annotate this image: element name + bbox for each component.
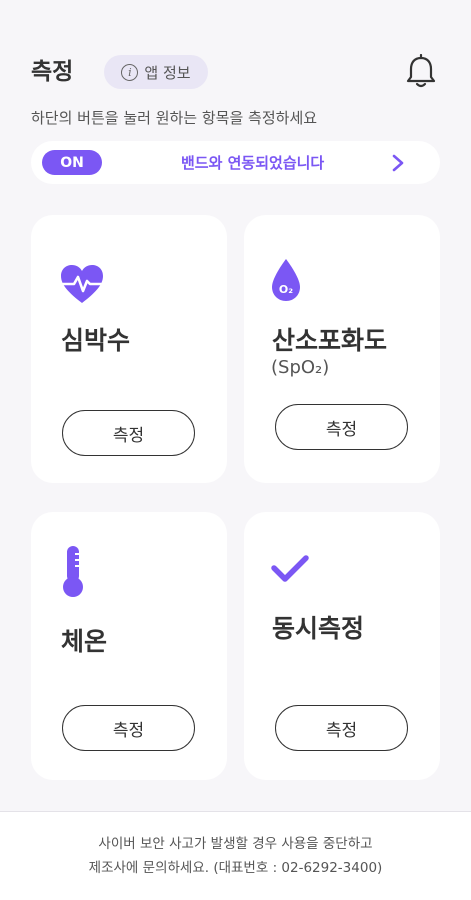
spo2-subtitle: (SpO₂) (271, 357, 330, 378)
page-subtitle: 하단의 버튼을 눌러 원하는 항목을 측정하세요 (31, 109, 318, 127)
checkmark-icon (271, 555, 309, 582)
oxygen-drop-label: O₂ (279, 283, 293, 296)
heart-rate-title: 심박수 (61, 326, 131, 355)
spo2-measure-button[interactable]: 측정 (275, 404, 408, 450)
app-info-button[interactable]: i 앱 정보 (104, 55, 208, 89)
heart-rate-card: 심박수 측정 (31, 215, 227, 483)
footer-notice: 사이버 보안 사고가 발생할 경우 사용을 중단하고 제조사에 문의하세요. (… (0, 812, 471, 900)
info-icon: i (121, 63, 139, 81)
heart-rate-measure-button[interactable]: 측정 (62, 410, 195, 456)
bell-icon[interactable] (404, 54, 438, 90)
app-info-label: 앱 정보 (144, 63, 191, 82)
chevron-right-icon (392, 154, 404, 172)
band-connection-banner[interactable]: ON 밴드와 연동되었습니다 (31, 141, 440, 184)
simultaneous-title: 동시측정 (272, 614, 365, 643)
measurement-screen: 측정 i 앱 정보 하단의 버튼을 눌러 원하는 항목을 측정하세요 ON 밴드… (0, 0, 471, 900)
spo2-card: O₂ 산소포화도 (SpO₂) 측정 (244, 215, 440, 483)
simultaneous-measure-button[interactable]: 측정 (275, 705, 408, 751)
thermometer-icon (63, 546, 83, 597)
temperature-measure-button[interactable]: 측정 (62, 705, 195, 751)
footer-line-2: 제조사에 문의하세요. (대표번호 : 02-6292-3400) (88, 860, 383, 876)
simultaneous-card: 동시측정 측정 (244, 512, 440, 780)
oxygen-drop-icon: O₂ (272, 259, 300, 301)
page-title: 측정 (31, 59, 74, 85)
footer-line-1: 사이버 보안 사고가 발생할 경우 사용을 중단하고 (98, 836, 373, 852)
heart-rate-icon (61, 265, 103, 303)
temperature-card: 체온 측정 (31, 512, 227, 780)
temperature-title: 체온 (61, 627, 108, 656)
band-status-badge: ON (42, 150, 102, 175)
spo2-title: 산소포화도 (272, 326, 388, 355)
band-connection-message: 밴드와 연동되었습니다 (181, 154, 325, 172)
